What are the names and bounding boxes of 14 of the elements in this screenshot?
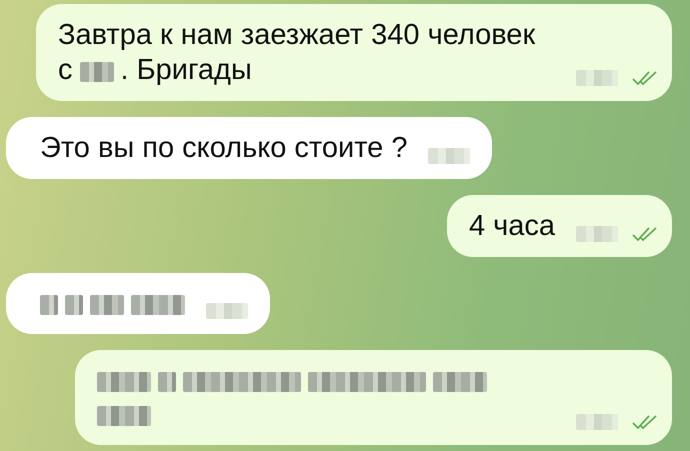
blurred-text [97,406,151,426]
blurred-text [65,295,83,315]
message-text: Это вы по сколько стоите ? [40,131,408,166]
blurred-text [131,295,185,315]
blurred-text [90,295,124,315]
blurred-text [97,372,151,392]
message-text: 4 часа [468,209,555,244]
blurred-text [158,372,176,392]
blurred-text [80,62,114,82]
blurred-text [433,372,487,392]
message-text: с [58,53,72,88]
message-text: Завтра к нам заезжает 340 человек [58,18,536,53]
blurred-text [40,295,58,315]
message-text: . Бригады [120,53,252,88]
